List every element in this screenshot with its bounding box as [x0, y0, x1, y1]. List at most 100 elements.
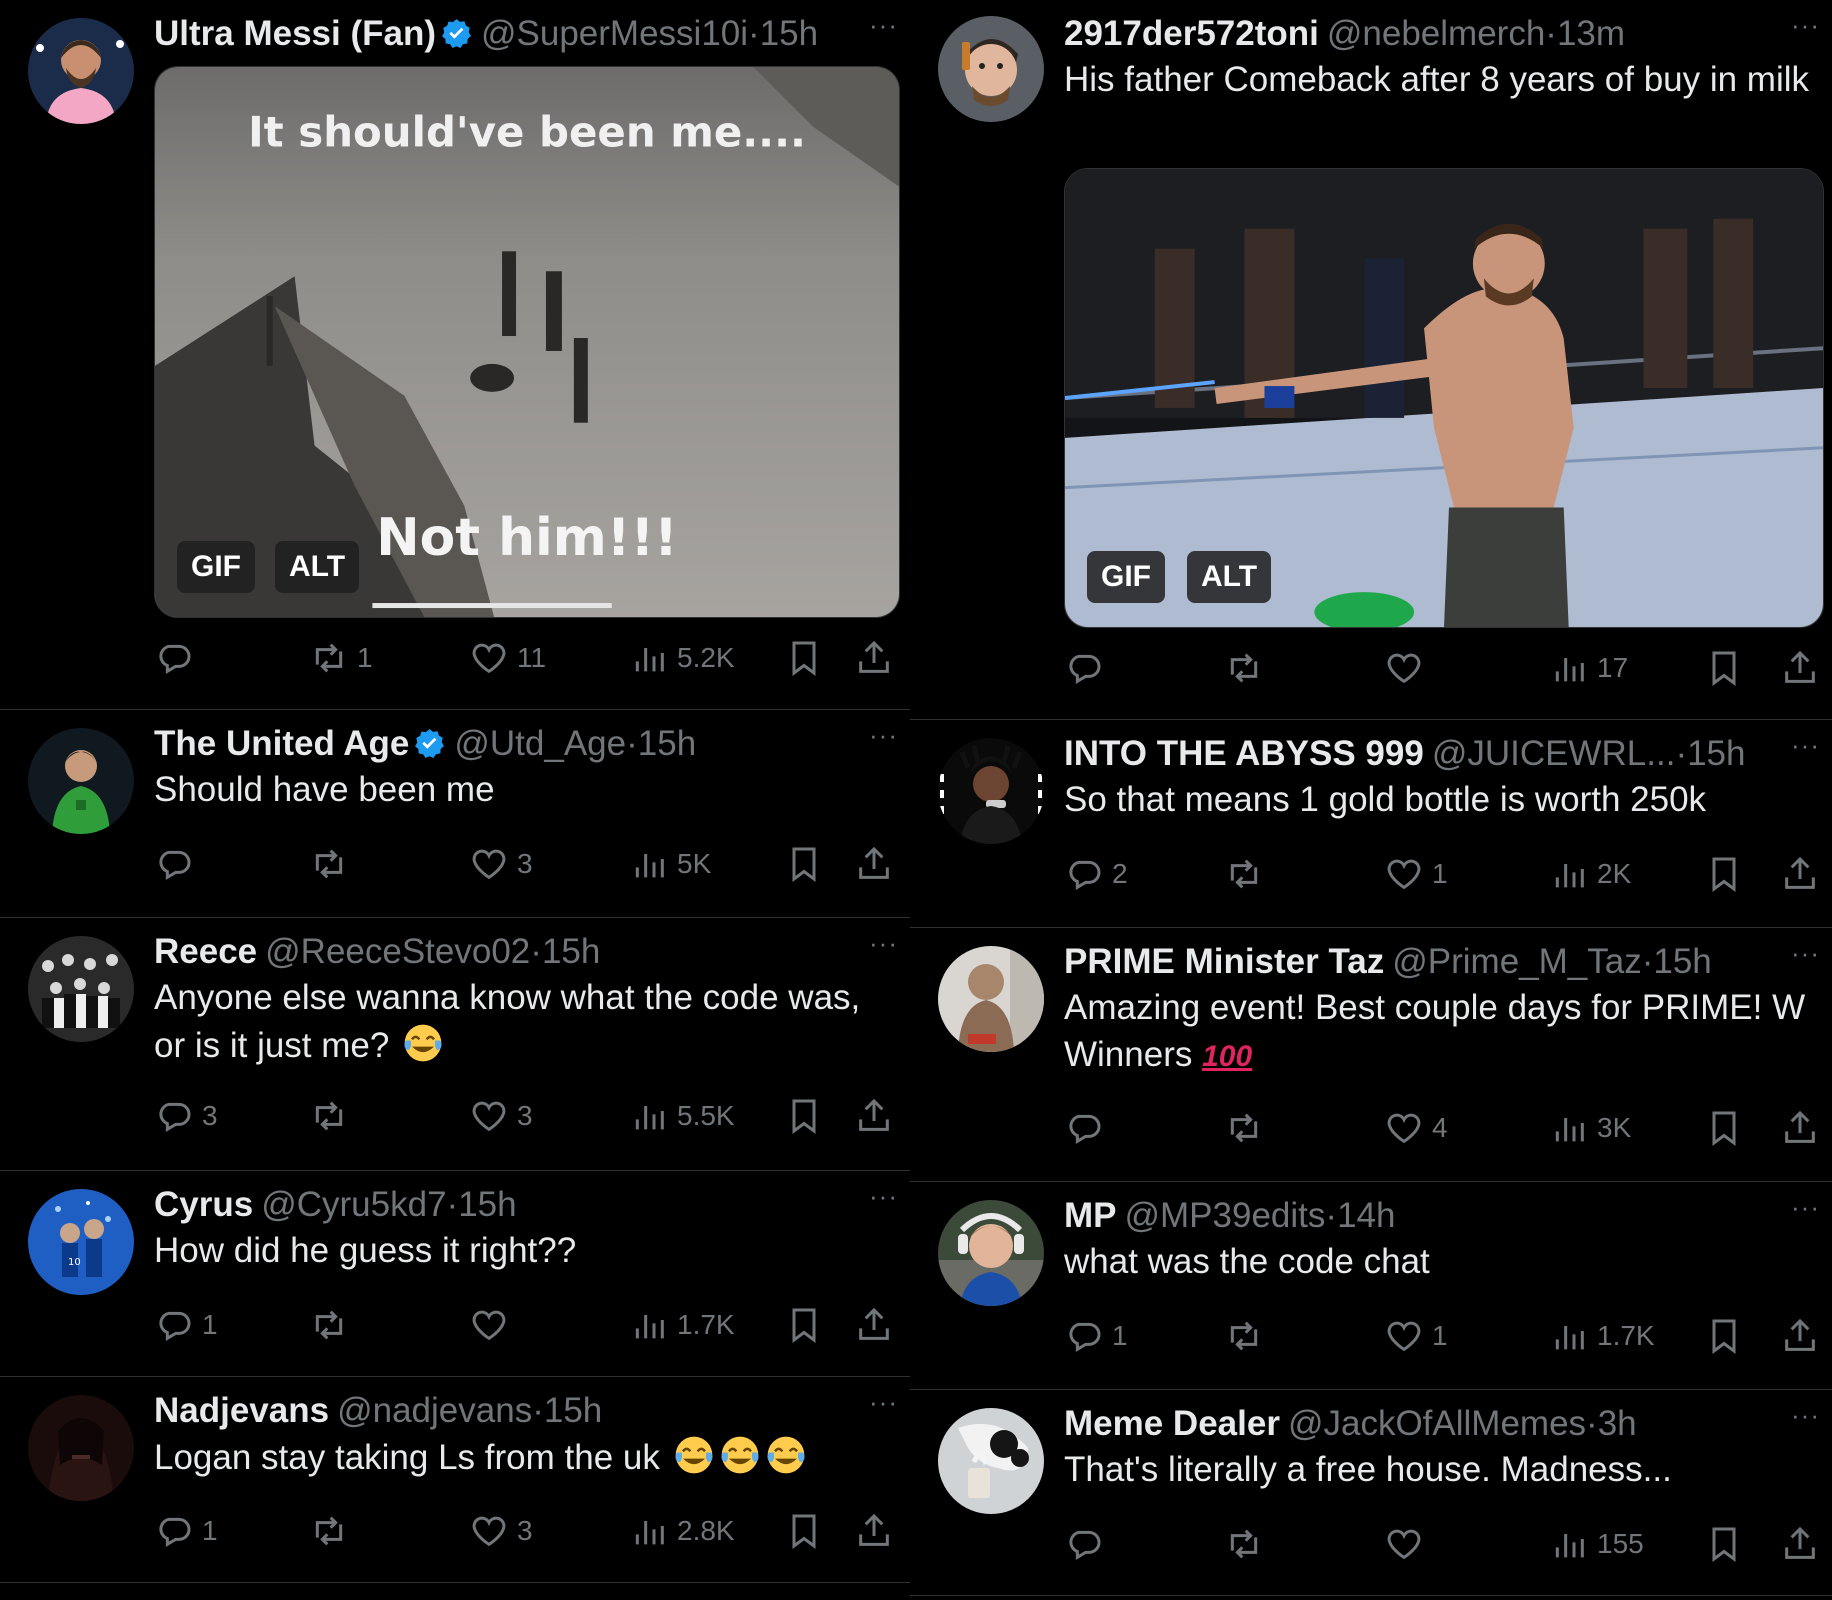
views-button[interactable]: 2K	[1549, 850, 1631, 898]
like-button[interactable]	[1384, 644, 1432, 692]
tweet[interactable]: 10 Cyrus @Cyru5kd7·15h ··· How did he gue…	[0, 1171, 910, 1377]
gif-media[interactable]: GIF ALT	[1064, 168, 1824, 628]
views-button[interactable]: 1.7K	[1549, 1312, 1655, 1360]
bookmark-button[interactable]	[784, 1301, 824, 1349]
retweet-button[interactable]	[309, 840, 357, 888]
tweet[interactable]: Ultra Messi (Fan) @SuperMessi10i·15h ··· …	[0, 0, 910, 710]
reply-button[interactable]	[154, 840, 202, 888]
display-name[interactable]: 2917der572toni	[1064, 14, 1319, 53]
more-options-icon[interactable]: ···	[869, 1181, 898, 1212]
reply-button[interactable]	[1064, 644, 1112, 692]
reply-button[interactable]: 1	[154, 1301, 218, 1349]
share-button[interactable]	[854, 1301, 894, 1349]
retweet-button[interactable]	[1224, 1312, 1272, 1360]
display-name[interactable]: Meme Dealer	[1064, 1404, 1280, 1443]
share-button[interactable]	[854, 1507, 894, 1555]
like-button[interactable]: 3	[469, 1092, 533, 1140]
share-button[interactable]	[1780, 1104, 1820, 1152]
display-name[interactable]: PRIME Minister Taz	[1064, 942, 1384, 981]
more-options-icon[interactable]: ···	[1791, 10, 1820, 41]
handle[interactable]: @Utd_Age	[454, 724, 626, 763]
handle[interactable]: @nebelmerch	[1327, 14, 1545, 53]
more-options-icon[interactable]: ···	[869, 928, 898, 959]
timestamp[interactable]: 15h	[544, 1391, 602, 1430]
timestamp[interactable]: 15h	[1653, 942, 1711, 981]
like-button[interactable]: 4	[1384, 1104, 1448, 1152]
views-button[interactable]: 5.5K	[629, 1092, 735, 1140]
tweet[interactable]: Reece @ReeceStevo02·15h ··· Anyone else w…	[0, 918, 910, 1171]
retweet-button[interactable]: 1	[309, 634, 373, 682]
handle[interactable]: @Cyru5kd7	[261, 1185, 446, 1224]
avatar[interactable]	[938, 738, 1044, 844]
handle[interactable]: @JUICEWRL...	[1432, 734, 1676, 773]
timestamp[interactable]: 13m	[1557, 14, 1625, 53]
like-button[interactable]: 1	[1384, 850, 1448, 898]
avatar[interactable]	[28, 728, 134, 834]
tweet[interactable]: MP @MP39edits·14h ··· what was the code c…	[910, 1182, 1832, 1390]
retweet-button[interactable]	[309, 1507, 357, 1555]
share-button[interactable]	[1780, 1520, 1820, 1568]
more-options-icon[interactable]: ···	[869, 10, 898, 41]
timestamp[interactable]: 3h	[1598, 1404, 1637, 1443]
bookmark-button[interactable]	[1704, 644, 1744, 692]
views-button[interactable]: 5.2K	[629, 634, 735, 682]
display-name[interactable]: The United Age	[154, 724, 409, 763]
views-button[interactable]: 5K	[629, 840, 711, 888]
share-button[interactable]	[1780, 850, 1820, 898]
views-button[interactable]: 2.8K	[629, 1507, 735, 1555]
avatar[interactable]	[938, 946, 1044, 1052]
retweet-button[interactable]	[1224, 850, 1272, 898]
share-button[interactable]	[1780, 644, 1820, 692]
views-button[interactable]: 1.7K	[629, 1301, 735, 1349]
display-name[interactable]: MP	[1064, 1196, 1117, 1235]
gif-media[interactable]: It should've been me.... Not him!!! GIF …	[154, 66, 900, 618]
display-name[interactable]: INTO THE ABYSS 999	[1064, 734, 1424, 773]
more-options-icon[interactable]: ···	[1791, 1192, 1820, 1223]
reply-button[interactable]: 2	[1064, 850, 1128, 898]
retweet-button[interactable]	[1224, 1520, 1272, 1568]
handle[interactable]: @Prime_M_Taz	[1392, 942, 1641, 981]
bookmark-button[interactable]	[1704, 850, 1744, 898]
avatar[interactable]	[28, 936, 134, 1042]
handle[interactable]: @nadjevans	[337, 1391, 532, 1430]
timestamp[interactable]: 14h	[1337, 1196, 1395, 1235]
timestamp[interactable]: 15h	[542, 932, 600, 971]
avatar[interactable]	[28, 18, 134, 124]
more-options-icon[interactable]: ···	[1791, 938, 1820, 969]
timestamp[interactable]: 15h	[1687, 734, 1745, 773]
display-name[interactable]: Cyrus	[154, 1185, 253, 1224]
more-options-icon[interactable]: ···	[869, 720, 898, 751]
retweet-button[interactable]	[309, 1092, 357, 1140]
like-button[interactable]: 3	[469, 1507, 533, 1555]
like-button[interactable]	[1384, 1520, 1432, 1568]
bookmark-button[interactable]	[784, 634, 824, 682]
tweet[interactable]: Meme Dealer @JackOfAllMemes·3h ··· That's…	[910, 1390, 1832, 1596]
like-button[interactable]	[469, 1301, 517, 1349]
tweet[interactable]: INTO THE ABYSS 999 @JUICEWRL...·15h ··· S…	[910, 720, 1832, 928]
bookmark-button[interactable]	[784, 840, 824, 888]
bookmark-button[interactable]	[1704, 1312, 1744, 1360]
avatar[interactable]	[938, 1408, 1044, 1514]
handle[interactable]: @ReeceStevo02	[265, 932, 530, 971]
handle[interactable]: @SuperMessi10i	[481, 14, 748, 53]
avatar[interactable]	[938, 16, 1044, 122]
more-options-icon[interactable]: ···	[1791, 1400, 1820, 1431]
alt-badge[interactable]: ALT	[1187, 551, 1272, 603]
reply-button[interactable]	[1064, 1520, 1112, 1568]
timestamp[interactable]: 15h	[638, 724, 696, 763]
views-button[interactable]: 17	[1549, 644, 1628, 692]
reply-button[interactable]: 1	[154, 1507, 218, 1555]
retweet-button[interactable]	[1224, 644, 1272, 692]
like-button[interactable]: 3	[469, 840, 533, 888]
timestamp[interactable]: 15h	[760, 14, 818, 53]
share-button[interactable]	[854, 634, 894, 682]
tweet[interactable]: The United Age @Utd_Age·15h ··· Should ha…	[0, 710, 910, 918]
views-button[interactable]: 3K	[1549, 1104, 1631, 1152]
tweet[interactable]: Nadjevans @nadjevans·15h ··· Logan stay t…	[0, 1377, 910, 1583]
alt-badge[interactable]: ALT	[275, 541, 360, 593]
reply-button[interactable]: 3	[154, 1092, 218, 1140]
handle[interactable]: @JackOfAllMemes	[1288, 1404, 1586, 1443]
reply-button[interactable]	[1064, 1104, 1112, 1152]
avatar[interactable]	[938, 1200, 1044, 1306]
display-name[interactable]: Nadjevans	[154, 1391, 329, 1430]
